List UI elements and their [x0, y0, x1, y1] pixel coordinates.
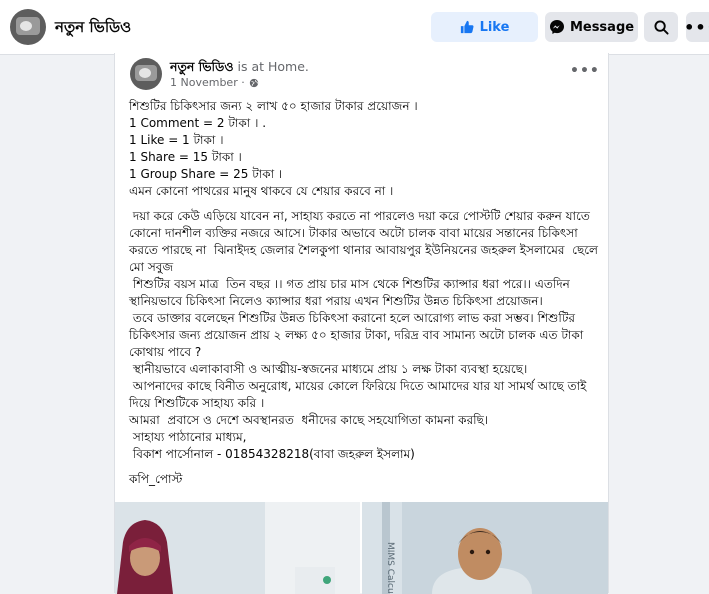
more-icon: •••: [684, 17, 709, 37]
post-paragraph: বিকাশ পার্সোনাল - 01854328218(বাবা জহরুল…: [129, 447, 415, 461]
photo-watermark-text: MIMS Calcut: [385, 542, 395, 594]
post-paragraph: স্থানীয়ভাবে এলাকাবাসী ও আত্মীয়-স্বজনের…: [129, 362, 528, 376]
more-icon: •••: [570, 63, 600, 79]
like-button-label: Like: [479, 19, 510, 35]
post-footer-line: কপি_পোস্ট: [129, 472, 183, 486]
post-paragraph: আপনাদের কাছে বিনীত অনুরোধ, মায়ের কোলে ফ…: [129, 379, 591, 410]
post-line: 1 Like = 1 টাকা ।: [129, 133, 224, 147]
search-icon: [653, 19, 669, 35]
message-button-label: Message: [569, 19, 635, 35]
like-page-button[interactable]: Like: [431, 12, 538, 42]
post-line: 1 Share = 15 টাকা ।: [129, 150, 242, 164]
messenger-icon: [549, 20, 564, 34]
post-date[interactable]: 1 November ·: [170, 76, 245, 89]
post-paragraph: সাহায্য পাঠানোর মাধ্যম,: [129, 430, 247, 444]
post-photo-child[interactable]: MIMS Calcut: [362, 502, 608, 594]
post-status: is at Home.: [233, 59, 309, 74]
post-meta: 1 November ·: [170, 76, 259, 89]
post-card: নতুন ভিডিও is at Home. 1 November · ••• …: [114, 53, 609, 594]
post-author-avatar[interactable]: [130, 58, 162, 90]
post-more-button[interactable]: •••: [570, 63, 600, 79]
post-photo-mother[interactable]: [115, 502, 360, 594]
thumbs-up-icon: [460, 20, 474, 34]
page-header: নতুন ভিডিও Like Message •••: [0, 0, 709, 55]
post-paragraph: আমরা প্রবাসে ও দেশে অবস্থানরত ধনীদের কাছ…: [129, 413, 489, 427]
post-paragraph: শিশুটির বয়স মাত্র তিন বছর ।। গত প্রায় …: [129, 277, 574, 308]
post-author-name[interactable]: নতুন ভিডিও: [170, 59, 234, 74]
search-button[interactable]: [644, 12, 678, 42]
more-options-button[interactable]: •••: [684, 12, 709, 42]
post-line: শিশুটির চিকিৎসার জন্য ২ লাখ ৫০ হাজার টাক…: [129, 99, 418, 113]
photo-child-image: MIMS Calcut: [362, 502, 608, 594]
post-line: এমন কোনো পাথরের মানুষ থাকবে যে শেয়ার কর…: [129, 184, 394, 198]
page-avatar[interactable]: [10, 9, 46, 45]
photo-mother-image: [115, 502, 360, 594]
post-paragraph: তবে ডাক্তার বলেছেন শিশুটির উন্নত চিকিৎসা…: [129, 311, 588, 359]
globe-icon: [249, 78, 258, 87]
post-line: 1 Comment = 2 টাকা । .: [129, 116, 267, 130]
post-text: শিশুটির চিকিৎসার জন্য ২ লাখ ৫০ হাজার টাক…: [129, 98, 601, 488]
post-paragraph: দয়া করে কেউ এড়িয়ে যাবেন না, সাহায্য ক…: [129, 209, 602, 274]
post-line: 1 Group Share = 25 টাকা ।: [129, 167, 283, 181]
page-title[interactable]: নতুন ভিডিও: [55, 16, 131, 41]
message-button[interactable]: Message: [545, 12, 638, 42]
